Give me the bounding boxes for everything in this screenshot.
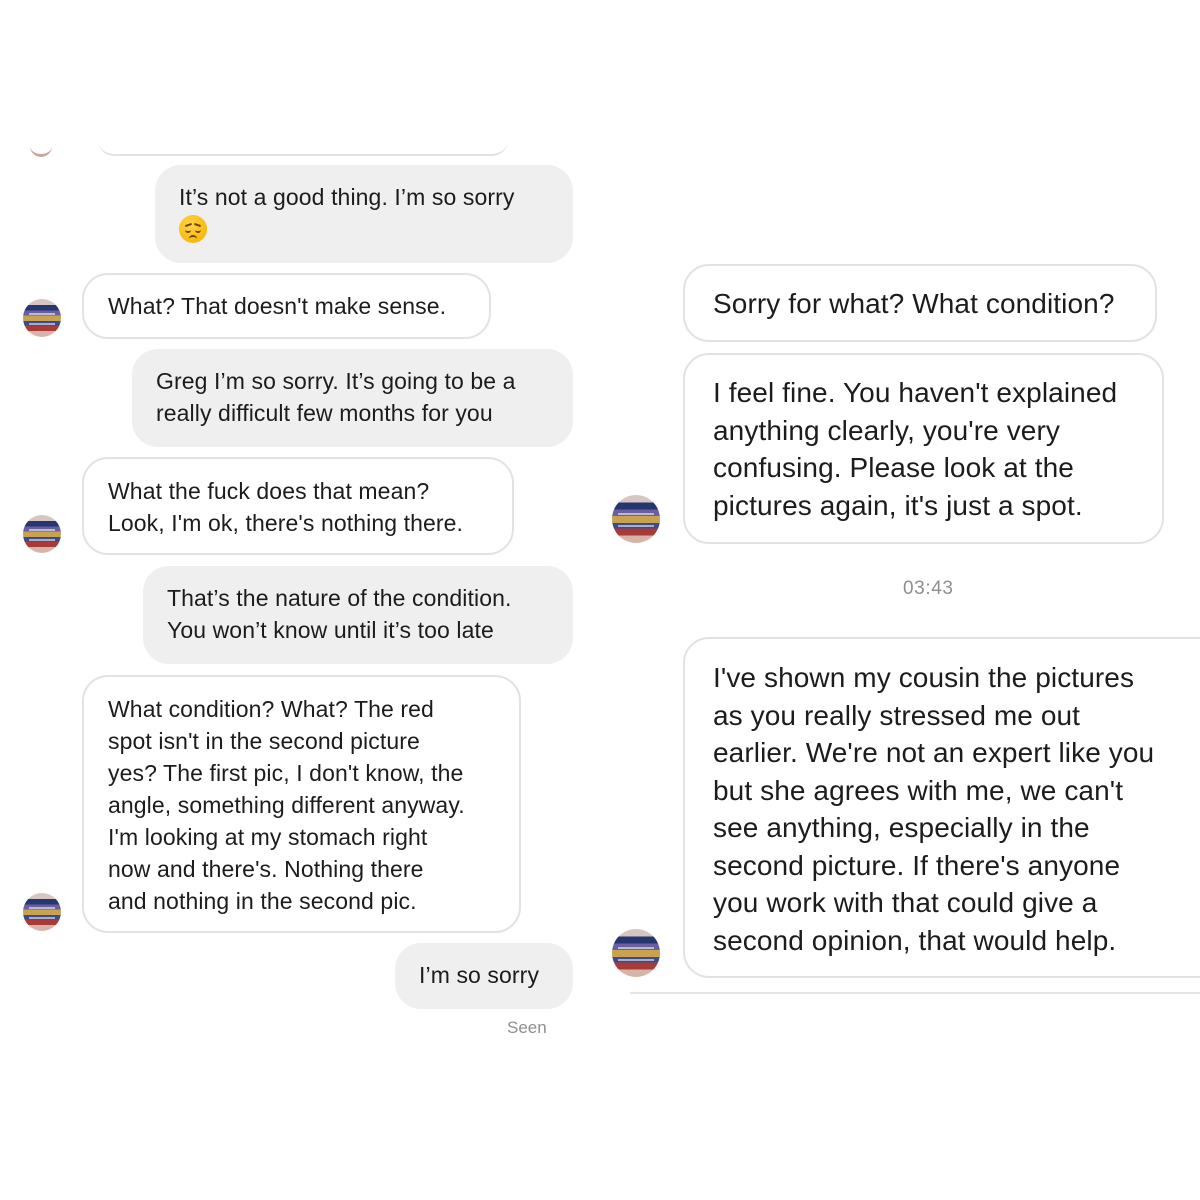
composer-divider (630, 992, 1200, 994)
disappointed-face-emoji-icon (179, 215, 207, 243)
message-text: What the fuck does that mean? (108, 478, 430, 504)
message-text: and nothing in the second pic. (108, 888, 417, 914)
message-text: second opinion, that would help. (713, 924, 1117, 956)
message-bubble-incoming[interactable]: What condition? What? The red spot isn't… (82, 675, 521, 933)
message-bubble-incoming[interactable]: Sorry for what? What condition? (683, 264, 1157, 342)
message-text: I feel fine. You haven't explained (713, 377, 1118, 408)
message-bubble-outgoing[interactable]: It’s not a good thing. I’m so sorry (155, 165, 573, 263)
left-conversation-panel: It’s not a good thing. I’m so sorry What… (0, 0, 600, 1200)
contact-avatar[interactable] (23, 515, 61, 553)
message-text: pictures again, it's just a spot. (713, 489, 1083, 521)
message-text: That’s the nature of the condition. (167, 585, 512, 611)
message-text: I've shown my cousin the pictures (713, 662, 1135, 693)
message-text: angle, something different anyway. (108, 792, 465, 818)
message-text: second picture. If there's anyone (713, 849, 1121, 881)
message-timestamp: 03:43 (903, 578, 954, 599)
contact-avatar[interactable] (23, 299, 61, 337)
contact-avatar[interactable] (612, 495, 660, 543)
message-bubble-incoming[interactable]: What? That doesn't make sense. (82, 273, 491, 339)
message-bubble-outgoing[interactable]: Greg I’m so sorry. It’s going to be a re… (132, 349, 573, 447)
message-text: What? That doesn't make sense. (108, 293, 447, 319)
message-text: I'm looking at my stomach right (108, 824, 428, 850)
message-text: Greg I’m so sorry. It’s going to be a (156, 368, 516, 394)
message-text: confusing. Please look at the (713, 452, 1074, 483)
contact-avatar[interactable] (612, 929, 660, 977)
message-text: Look, I'm ok, there's nothing there. (108, 510, 464, 536)
message-text: now and there's. Nothing there (108, 856, 424, 882)
message-text: but she agrees with me, we can't (713, 774, 1124, 806)
message-bubble-incoming[interactable]: I've shown my cousin the pictures as you… (683, 637, 1200, 978)
message-bubble-incoming[interactable]: What the fuck does that mean? Look, I'm … (82, 457, 514, 555)
message-text: yes? The first pic, I don't know, the (108, 760, 464, 786)
seen-status: Seen (507, 1018, 547, 1037)
message-text: What condition? What? The red (108, 696, 434, 722)
message-text: you work with that could give a (713, 887, 1098, 918)
message-text: as you really stressed me out (713, 699, 1081, 731)
contact-avatar[interactable] (23, 893, 61, 931)
message-text: see anything, especially in the (713, 812, 1090, 843)
message-bubble-outgoing[interactable]: I’m so sorry (395, 943, 573, 1009)
message-text: I’m so sorry (419, 962, 540, 988)
message-text: spot isn't in the second picture (108, 728, 420, 754)
message-bubble-incoming[interactable]: I feel fine. You haven't explained anyth… (683, 353, 1164, 544)
message-text: Sorry for what? What condition? (713, 288, 1115, 319)
partial-avatar (30, 140, 52, 157)
message-text: anything clearly, you're very (713, 414, 1060, 446)
right-conversation-panel: Sorry for what? What condition? I feel f… (600, 0, 1200, 1200)
message-text: really difficult few months for you (156, 400, 493, 426)
message-text: It’s not a good thing. I’m so sorry (179, 184, 515, 210)
partial-message-bubble (98, 140, 508, 156)
message-text: earlier. We're not an expert like you (713, 737, 1155, 768)
message-bubble-outgoing[interactable]: That’s the nature of the condition. You … (143, 566, 573, 664)
message-text: You won’t know until it’s too late (167, 617, 494, 643)
